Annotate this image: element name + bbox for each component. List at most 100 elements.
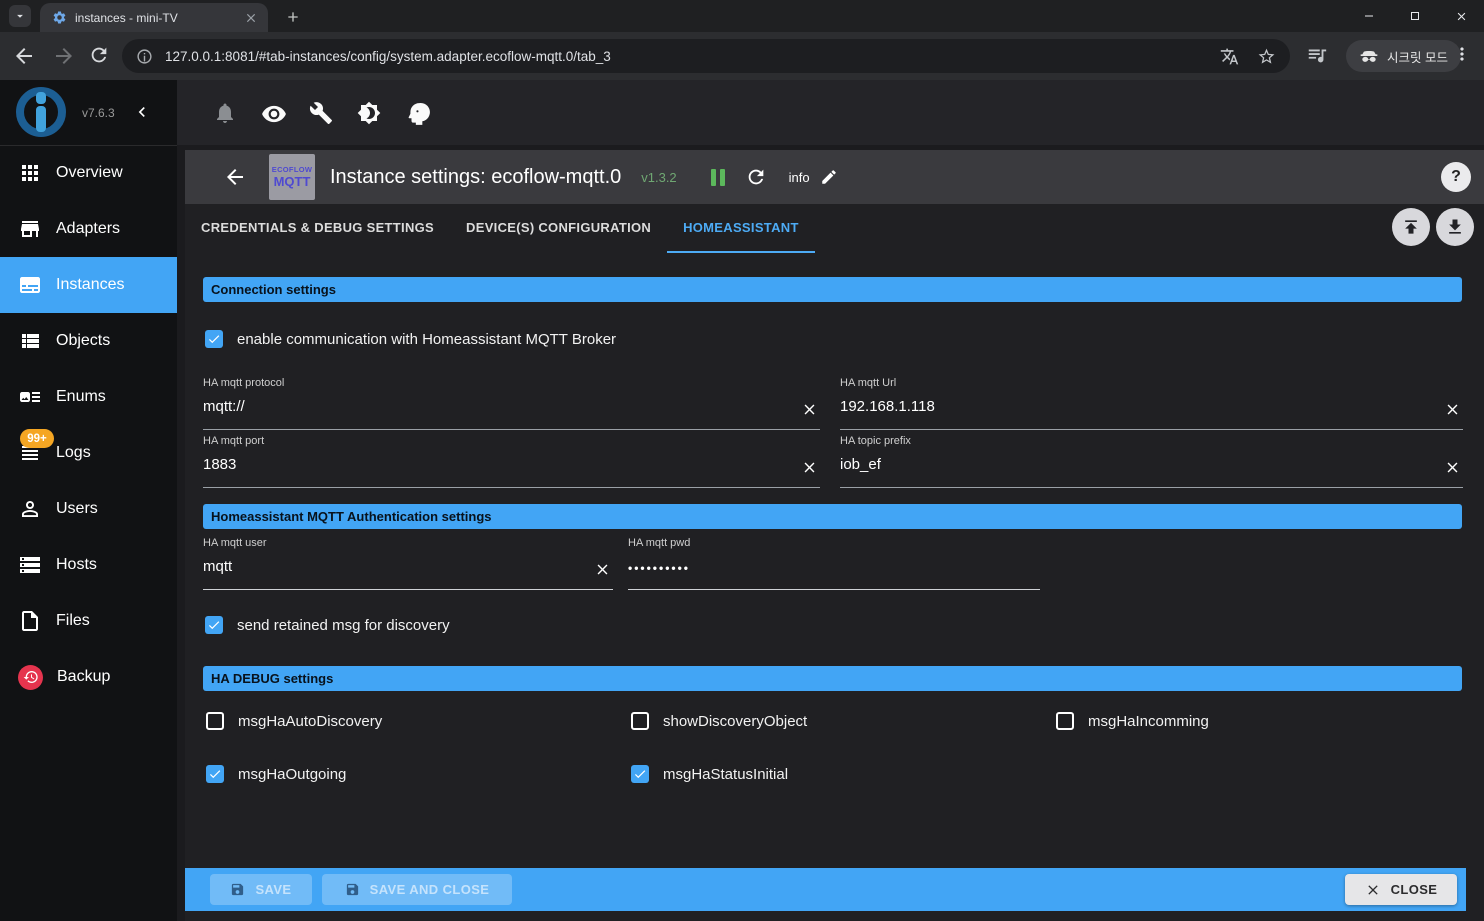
field-value[interactable]: 1883 — [203, 456, 820, 473]
sidebar-item-instances[interactable]: Instances — [0, 257, 177, 313]
field-value[interactable]: iob_ef — [840, 456, 1463, 473]
clear-field-icon[interactable] — [801, 401, 818, 418]
file-icon — [18, 609, 42, 633]
sidebar-item-logs[interactable]: 99+ Logs — [0, 425, 177, 481]
tab-search-button[interactable] — [9, 5, 31, 27]
field-ha-topic-prefix[interactable]: HA topic prefix iob_ef — [840, 435, 1463, 488]
field-label: HA mqtt protocol — [203, 377, 285, 389]
close-button[interactable]: CLOSE — [1345, 874, 1457, 905]
sidebar-item-label: Files — [56, 612, 90, 629]
field-ha-mqtt-pwd[interactable]: HA mqtt pwd •••••••••• — [628, 537, 1040, 590]
tab-credentials-debug[interactable]: CREDENTIALS & DEBUG SETTINGS — [185, 204, 450, 253]
msg-ha-autodiscovery-checkbox[interactable]: msgHaAutoDiscovery — [206, 712, 382, 730]
section-auth-header: Homeassistant MQTT Authentication settin… — [203, 504, 1462, 529]
send-retained-checkbox[interactable]: send retained msg for discovery — [205, 616, 450, 634]
sidebar-item-backup[interactable]: Backup — [0, 649, 177, 705]
media-controls-icon[interactable] — [1306, 44, 1328, 66]
field-ha-mqtt-protocol[interactable]: HA mqtt protocol mqtt:// — [203, 377, 820, 430]
collapse-sidebar-icon[interactable] — [132, 102, 152, 122]
clear-field-icon[interactable] — [1444, 459, 1461, 476]
site-info-icon[interactable] — [136, 48, 153, 65]
field-ha-mqtt-user[interactable]: HA mqtt user mqtt — [203, 537, 613, 590]
import-settings-button[interactable] — [1392, 208, 1430, 246]
clear-field-icon[interactable] — [594, 561, 611, 578]
sidebar-item-files[interactable]: Files — [0, 593, 177, 649]
show-discovery-object-checkbox[interactable]: showDiscoveryObject — [631, 712, 807, 730]
field-value-masked[interactable]: •••••••••• — [628, 561, 1040, 575]
forward-icon[interactable] — [52, 44, 76, 68]
field-ha-mqtt-port[interactable]: HA mqtt port 1883 — [203, 435, 820, 488]
msg-ha-status-initial-checkbox[interactable]: msgHaStatusInitial — [631, 765, 788, 783]
tab-close-icon[interactable] — [244, 11, 258, 25]
browser-toolbar: 127.0.0.1:8081/#tab-instances/config/sys… — [0, 32, 1484, 80]
restart-instance-icon[interactable] — [745, 166, 767, 188]
sidebar-item-objects[interactable]: Objects — [0, 313, 177, 369]
admin-toolbar — [177, 80, 1484, 145]
checkbox-unchecked-icon[interactable] — [206, 712, 224, 730]
grid-icon — [18, 161, 42, 185]
tab-homeassistant[interactable]: HOMEASSISTANT — [667, 204, 815, 253]
sidebar-item-overview[interactable]: Overview — [0, 145, 177, 201]
pause-instance-icon[interactable] — [710, 168, 725, 186]
help-button[interactable]: ? — [1441, 162, 1471, 192]
save-button[interactable]: SAVE — [210, 874, 312, 905]
person-icon — [18, 497, 42, 521]
translate-icon[interactable] — [1220, 47, 1239, 66]
field-label: HA mqtt user — [203, 537, 267, 549]
checkbox-checked-icon[interactable] — [205, 616, 223, 634]
checkbox-unchecked-icon[interactable] — [1056, 712, 1074, 730]
field-value[interactable]: 192.168.1.118 — [840, 398, 1463, 415]
msg-ha-outgoing-checkbox[interactable]: msgHaOutgoing — [206, 765, 346, 783]
address-bar[interactable]: 127.0.0.1:8081/#tab-instances/config/sys… — [122, 39, 1290, 73]
sidebar-item-adapters[interactable]: Adapters — [0, 201, 177, 257]
checkbox-label: msgHaOutgoing — [238, 765, 347, 783]
field-value[interactable]: mqtt — [203, 558, 613, 575]
edit-pencil-icon[interactable] — [820, 168, 838, 186]
field-value[interactable]: mqtt:// — [203, 398, 820, 415]
sidebar-item-hosts[interactable]: Hosts — [0, 537, 177, 593]
msg-ha-incoming-checkbox[interactable]: msgHaIncomming — [1056, 712, 1209, 730]
browser-menu-icon[interactable] — [1452, 44, 1472, 64]
back-arrow-icon[interactable] — [223, 165, 247, 189]
sidebar-item-label: Objects — [56, 332, 111, 349]
save-and-close-button[interactable]: SAVE AND CLOSE — [322, 874, 512, 905]
new-tab-button[interactable] — [282, 6, 304, 28]
browser-tab[interactable]: instances - mini-TV — [40, 3, 268, 32]
export-settings-button[interactable] — [1436, 208, 1474, 246]
back-icon[interactable] — [12, 44, 36, 68]
clear-field-icon[interactable] — [1444, 401, 1461, 418]
dialog-tabs: CREDENTIALS & DEBUG SETTINGS DEVICE(S) C… — [185, 204, 1484, 253]
sidebar-item-enums[interactable]: Enums — [0, 369, 177, 425]
enable-communication-checkbox[interactable]: enable communication with Homeassistant … — [205, 330, 616, 348]
sidebar-item-users[interactable]: Users — [0, 481, 177, 537]
instances-card-icon — [18, 273, 42, 297]
user-profile-icon[interactable] — [405, 101, 430, 125]
checkbox-unchecked-icon[interactable] — [631, 712, 649, 730]
field-label: HA mqtt pwd — [628, 537, 691, 549]
close-window-button[interactable] — [1438, 0, 1484, 32]
view-eye-icon[interactable] — [261, 101, 286, 125]
adapter-logo-line1: ECOFLOW — [271, 165, 313, 174]
wrench-icon[interactable] — [309, 101, 333, 125]
checkbox-checked-icon[interactable] — [205, 330, 223, 348]
floppy-save-icon — [230, 882, 245, 897]
checkbox-label: msgHaIncomming — [1088, 712, 1209, 730]
incognito-label: 시크릿 모드 — [1387, 50, 1448, 65]
tab-devices-configuration[interactable]: DEVICE(S) CONFIGURATION — [450, 204, 667, 253]
bookmark-star-icon[interactable] — [1257, 47, 1276, 66]
tab-title: instances - mini-TV — [75, 10, 178, 25]
save-and-close-button-label: SAVE AND CLOSE — [369, 882, 490, 897]
incognito-badge: 시크릿 모드 — [1346, 40, 1461, 72]
minimize-button[interactable] — [1346, 0, 1392, 32]
iobroker-logo-icon — [12, 83, 70, 141]
clear-field-icon[interactable] — [801, 459, 818, 476]
incognito-icon — [1359, 46, 1379, 66]
reload-icon[interactable] — [88, 44, 112, 68]
notifications-bell-icon[interactable] — [213, 101, 237, 125]
field-ha-mqtt-url[interactable]: HA mqtt Url 192.168.1.118 — [840, 377, 1463, 430]
checkbox-checked-icon[interactable] — [631, 765, 649, 783]
maximize-button[interactable] — [1392, 0, 1438, 32]
theme-toggle-icon[interactable] — [357, 101, 381, 125]
field-label: HA mqtt Url — [840, 377, 897, 389]
checkbox-checked-icon[interactable] — [206, 765, 224, 783]
